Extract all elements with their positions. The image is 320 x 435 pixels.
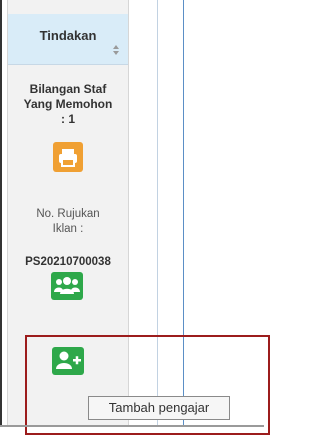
staff-count-label: Bilangan Staf Yang Memohon : 1 <box>8 82 128 127</box>
column-header-title: Tindakan <box>39 28 97 43</box>
sort-icon[interactable] <box>112 44 120 56</box>
users-group-icon <box>54 277 80 294</box>
staff-label-line: Bilangan Staf <box>29 82 107 96</box>
column-header[interactable]: Tindakan <box>8 14 128 65</box>
staff-label-line: : 1 <box>60 112 75 126</box>
print-button[interactable] <box>53 142 83 172</box>
reference-label: No. Rujukan Iklan : <box>8 207 128 237</box>
reference-number: PS20210700038 <box>25 256 111 268</box>
staff-group-button[interactable] <box>51 272 83 300</box>
outer-border <box>0 0 2 427</box>
printer-icon <box>59 149 77 167</box>
highlight-box <box>25 335 270 435</box>
tooltip: Tambah pengajar <box>88 396 230 420</box>
staff-label-line: Yang Memohon <box>23 97 113 111</box>
reference-label-line: No. Rujukan <box>36 208 100 220</box>
reference-label-line: Iklan : <box>52 223 84 235</box>
